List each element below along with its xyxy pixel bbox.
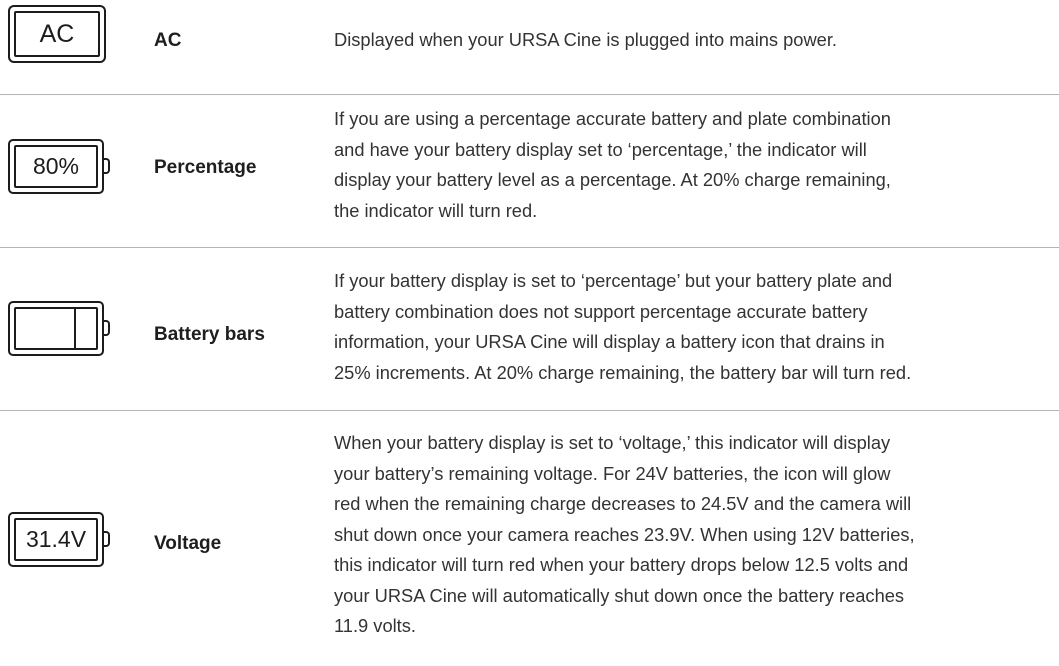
desc-line: When your battery display is set to ‘vol… [334,432,891,453]
battery-bar-segment [74,309,76,348]
desc-line: 11.9 volts. [334,615,416,636]
desc-line: the indicator will turn red. [334,199,538,221]
row-desc-voltage: When your battery display is set to ‘vol… [334,428,1054,642]
row-label-voltage: Voltage [154,533,222,554]
voltage-icon-text: 31.4V [25,526,87,552]
desc-line: If you are using a percentage accurate b… [334,108,891,129]
desc-line: display your battery level as a percenta… [334,169,891,190]
desc-line: battery combination does not support per… [334,300,868,322]
row-label-percentage: Percentage [154,157,257,178]
row-desc-battery-bars: If your battery display is set to ‘perce… [334,266,1054,388]
row-desc-ac: Displayed when your URSA Cine is plugged… [334,25,1054,56]
desc-line: red when the remaining charge decreases … [334,493,912,514]
ac-icon-text: AC [39,19,75,48]
percentage-icon-text: 80% [32,153,80,179]
desc-line: your URSA Cine will automatically shut d… [334,584,905,606]
desc-line: your battery’s remaining voltage. For 24… [334,462,891,484]
divider [0,247,1059,248]
desc-line: shut down once your camera reaches 23.9V… [334,523,915,545]
desc-line: and have your battery display set to ‘pe… [334,138,867,160]
row-label-ac: AC [154,30,182,51]
desc-line: If your battery display is set to ‘perce… [334,270,893,291]
desc-line: Displayed when your URSA Cine is plugged… [334,29,838,50]
desc-line: information, your URSA Cine will display… [334,331,885,352]
desc-line: 25% increments. At 20% charge remaining,… [334,361,912,383]
desc-line: this indicator will turn red when your b… [334,554,909,575]
row-label-battery-bars: Battery bars [154,324,265,345]
divider [0,410,1059,411]
row-desc-percentage: If you are using a percentage accurate b… [334,104,1054,226]
divider [0,94,1059,95]
